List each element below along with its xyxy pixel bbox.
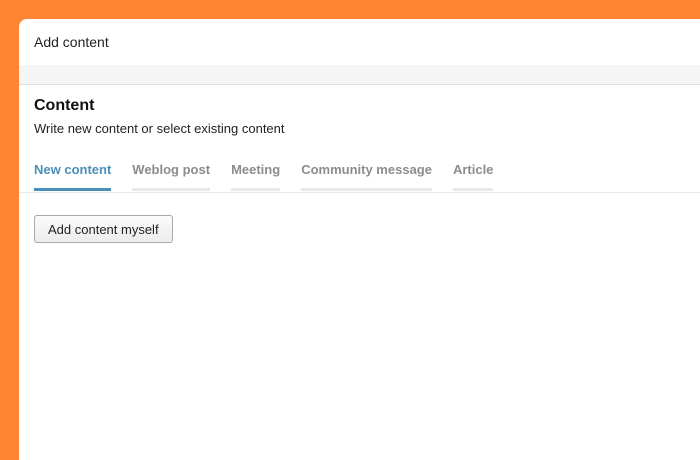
content-tabs: New content Weblog post Meeting Communit… [34,156,685,191]
content-section: Content Write new content or select exis… [19,85,700,191]
tab-underline [301,188,432,191]
tab-meeting[interactable]: Meeting [231,156,281,191]
section-heading: Content [34,97,95,114]
section-description: Write new content or select existing con… [34,121,285,136]
add-content-dialog: Add content Content Write new content or… [19,19,700,460]
tab-article[interactable]: Article [452,156,494,191]
tab-label: Community message [301,162,432,177]
dialog-title: Add content [34,34,109,50]
dialog-header: Add content [19,19,700,65]
actions-area: Add content myself [19,193,700,243]
tab-community-message[interactable]: Community message [301,156,432,191]
tab-new-content[interactable]: New content [34,156,112,191]
tab-underline [34,188,112,191]
tab-label: New content [34,162,112,177]
tab-underline [452,188,494,191]
tab-label: Weblog post [132,162,211,177]
tab-label: Article [452,162,494,177]
add-content-myself-button[interactable]: Add content myself [34,215,173,243]
tab-underline [231,188,281,191]
tab-label: Meeting [231,162,281,177]
tab-weblog-post[interactable]: Weblog post [132,156,211,191]
header-band [19,65,700,85]
tab-underline [132,188,211,191]
